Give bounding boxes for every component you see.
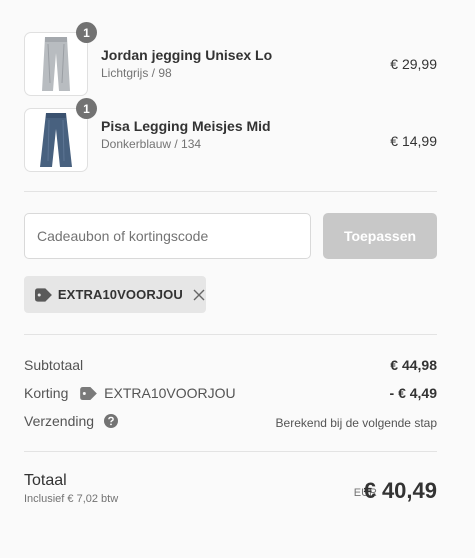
close-icon — [193, 289, 205, 300]
blue-jeans-icon — [40, 113, 72, 167]
tag-icon — [35, 287, 52, 302]
divider — [24, 451, 437, 452]
product-price: € 14,99 — [390, 133, 437, 149]
subtotal-value: € 44,98 — [390, 357, 437, 373]
quantity-badge: 1 — [76, 22, 97, 43]
tag-icon — [80, 386, 98, 400]
divider — [24, 334, 437, 335]
divider — [24, 191, 437, 192]
remove-discount-button[interactable] — [193, 288, 206, 302]
discount-value: - € 4,49 — [389, 385, 437, 401]
discount-code-input[interactable] — [24, 213, 311, 259]
product-thumbnail: 1 — [24, 98, 97, 172]
help-icon[interactable] — [103, 414, 118, 429]
product-name: Jordan jegging Unisex Lo — [101, 47, 273, 63]
discount-row: Korting EXTRA10VOORJOU — [24, 385, 236, 401]
discount-code: EXTRA10VOORJOU — [104, 385, 236, 401]
shipping-label: Verzending — [24, 413, 95, 429]
product-price: € 29,99 — [390, 56, 437, 72]
shipping-row: Verzending — [24, 413, 118, 429]
product-variant: Lichtgrijs / 98 — [101, 66, 172, 80]
applied-discount-chip: EXTRA10VOORJOU — [24, 276, 206, 313]
subtotal-label: Subtotaal — [24, 357, 84, 373]
total-value: € 40,49 — [363, 478, 437, 503]
total-label: Totaal — [24, 472, 67, 489]
product-thumbnail: 1 — [24, 22, 97, 96]
quantity-badge: 1 — [76, 98, 97, 119]
tax-note: Inclusief € 7,02 btw — [24, 493, 119, 505]
apply-discount-button[interactable]: Toepassen — [323, 213, 437, 259]
product-variant: Donkerblauw / 134 — [101, 137, 202, 151]
applied-discount-code: EXTRA10VOORJOU — [57, 287, 183, 302]
discount-label: Korting — [24, 385, 69, 401]
shipping-note: Berekend bij de volgende stap — [275, 416, 437, 430]
grey-jeans-icon — [42, 37, 70, 91]
product-name: Pisa Legging Meisjes Mid — [101, 118, 271, 134]
